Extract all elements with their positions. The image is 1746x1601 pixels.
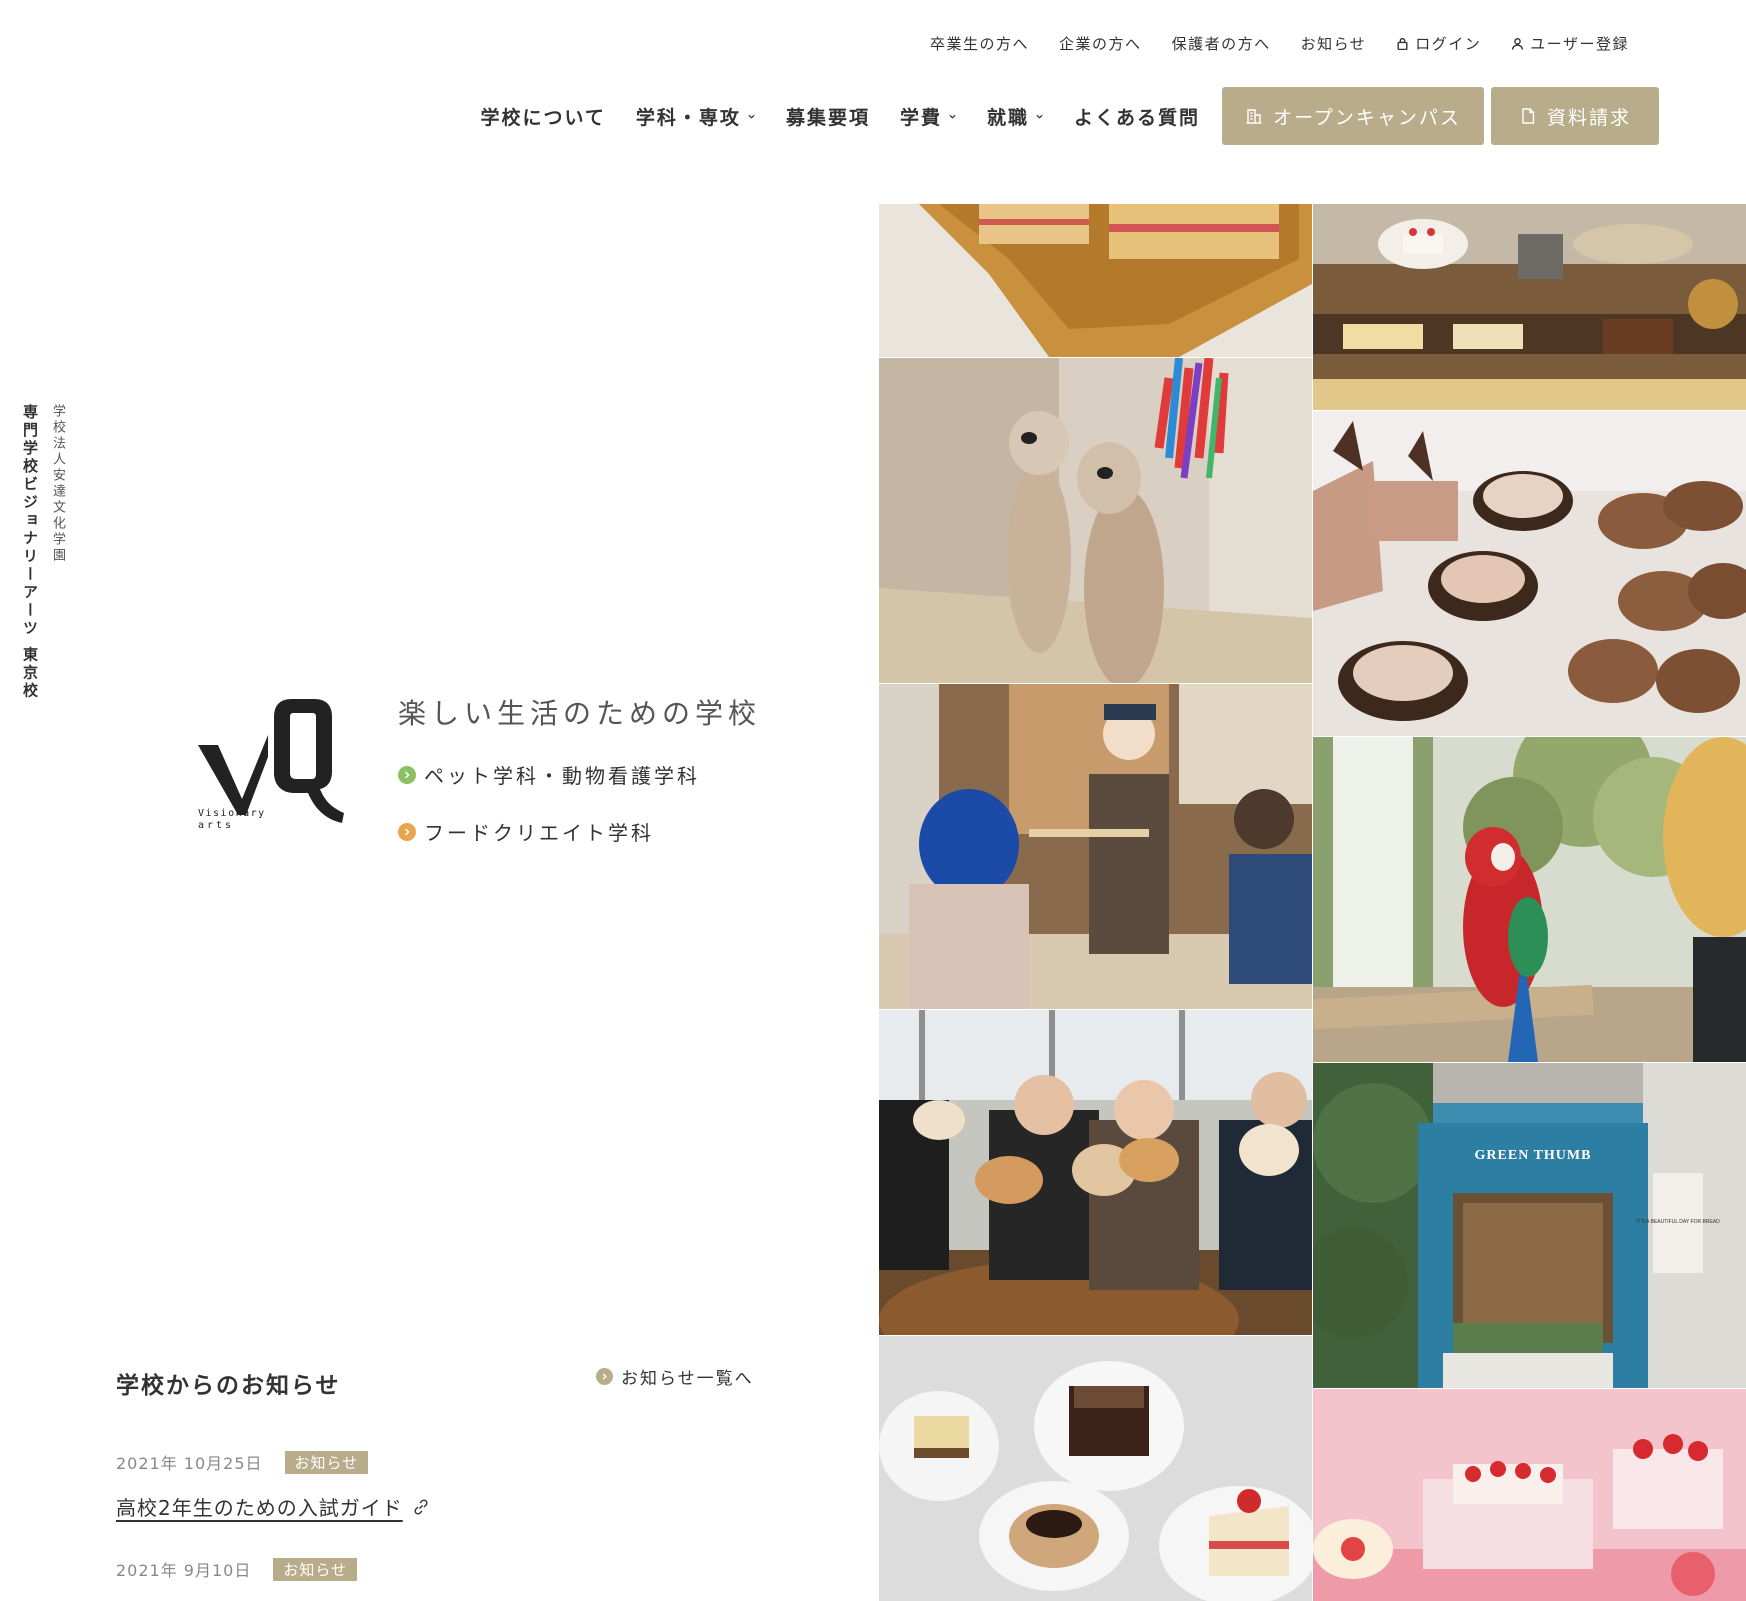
main-nav: 学校について 学科・専攻 募集要項 学費 就職 よくある質問 オープンキャンパス… xyxy=(480,87,1659,145)
hero-tagline: 楽しい生活のための学校 xyxy=(398,697,762,730)
logo-text-visionary: Visionary xyxy=(198,808,266,819)
arrow-circle-icon xyxy=(398,822,416,841)
chevron-down-icon xyxy=(949,114,956,119)
nav-faq[interactable]: よくある質問 xyxy=(1074,103,1200,130)
nav-about[interactable]: 学校について xyxy=(480,103,605,130)
news-section-title: 学校からのお知らせ xyxy=(116,1373,341,1399)
building-icon xyxy=(1246,109,1262,124)
school-name-vertical: 専門学校ビジョナリーアーツ 東京校 xyxy=(21,404,39,701)
nav-about-label: 学校について xyxy=(480,106,606,129)
visionary-arts-logo: Visionary arts xyxy=(198,699,344,831)
document-icon xyxy=(1522,108,1535,124)
dept-link-pet[interactable]: ペット学科・動物看護学科 xyxy=(398,760,700,789)
news-item: 2021年 9月10日 お知らせ xyxy=(116,1557,358,1581)
news-list-label: お知らせ一覧へ xyxy=(621,1369,754,1389)
util-link-companies[interactable]: 企業の方へ xyxy=(1059,33,1142,54)
news-category-badge: お知らせ xyxy=(273,1557,358,1581)
link-icon xyxy=(414,1498,428,1515)
nav-careers-label: 就職 xyxy=(986,106,1029,129)
util-link-graduates[interactable]: 卒業生の方へ xyxy=(930,33,1029,54)
shop-sign-text: GREEN THUMB xyxy=(1475,1148,1592,1163)
news-category-badge: お知らせ xyxy=(284,1450,369,1474)
photo-plated-desserts xyxy=(879,1336,1312,1601)
request-docs-button[interactable]: 資料請求 xyxy=(1491,87,1659,145)
util-link-parents[interactable]: 保護者の方へ xyxy=(1172,33,1271,54)
lock-icon xyxy=(1397,37,1408,50)
photo-strawberry-cakes xyxy=(1313,1389,1746,1601)
photo-cafe-service xyxy=(879,684,1312,1009)
news-title-link[interactable]: 高校2年生のための入試ガイド xyxy=(116,1492,431,1521)
nav-departments[interactable]: 学科・専攻 xyxy=(636,103,756,130)
photo-bakery-storefront: GREEN THUMB IT'S A BEAUTIFUL DAY FOR BRE… xyxy=(1313,1063,1746,1388)
request-docs-label: 資料請求 xyxy=(1546,106,1631,129)
news-meta: 2021年 9月10日 お知らせ xyxy=(116,1557,358,1581)
logo-text-arts: arts xyxy=(198,820,234,831)
shop-board-text: IT'S A BEAUTIFUL DAY FOR BREAD xyxy=(1636,1219,1720,1225)
open-campus-button[interactable]: オープンキャンパス xyxy=(1222,87,1484,145)
arrow-circle-icon xyxy=(596,1368,613,1385)
news-item: 2021年 10月25日 お知らせ 高校2年生のための入試ガイド xyxy=(116,1450,431,1521)
nav-tuition-label: 学費 xyxy=(899,106,942,129)
nav-careers[interactable]: 就職 xyxy=(987,103,1044,130)
news-date: 2021年 9月10日 xyxy=(116,1561,252,1580)
news-title-text: 高校2年生のための入試ガイド xyxy=(116,1496,403,1520)
photo-macaw xyxy=(1313,737,1746,1062)
photo-guinea-pigs xyxy=(879,1010,1312,1335)
photo-mille-feuille xyxy=(879,204,1312,357)
chevron-down-icon xyxy=(1036,114,1043,119)
utility-nav: 卒業生の方へ 企業の方へ 保護者の方へ お知らせ ログイン ユーザー登録 xyxy=(930,33,1629,54)
nav-faq-label: よくある質問 xyxy=(1073,106,1200,129)
news-list-link[interactable]: お知らせ一覧へ xyxy=(596,1364,754,1389)
util-link-login[interactable]: ログイン xyxy=(1396,33,1481,54)
nav-departments-label: 学科・専攻 xyxy=(635,106,741,129)
nav-admissions[interactable]: 募集要項 xyxy=(786,103,870,130)
arrow-circle-icon xyxy=(398,765,416,784)
page: 卒業生の方へ 企業の方へ 保護者の方へ お知らせ ログイン ユーザー登録 学校に… xyxy=(0,0,1746,1601)
login-label: ログイン xyxy=(1415,35,1482,53)
nav-tuition[interactable]: 学費 xyxy=(900,103,957,130)
photo-meerkats xyxy=(879,358,1312,683)
dept-link-food[interactable]: フードクリエイト学科 xyxy=(398,817,654,846)
school-corp-vertical: 学校法人安達文化学園 xyxy=(50,404,65,564)
open-campus-label: オープンキャンパス xyxy=(1273,106,1461,129)
util-link-register[interactable]: ユーザー登録 xyxy=(1511,33,1629,54)
util-link-news[interactable]: お知らせ xyxy=(1301,33,1367,54)
photo-chocolate-cakes xyxy=(1313,411,1746,736)
photo-pastry-case xyxy=(1313,204,1746,410)
news-date: 2021年 10月25日 xyxy=(116,1454,263,1473)
nav-admissions-label: 募集要項 xyxy=(785,106,870,129)
dept-food-label: フードクリエイト学科 xyxy=(424,821,654,845)
news-meta: 2021年 10月25日 お知らせ xyxy=(116,1450,431,1474)
dept-pet-label: ペット学科・動物看護学科 xyxy=(424,764,700,788)
user-icon xyxy=(1512,38,1524,50)
chevron-down-icon xyxy=(748,114,755,119)
register-label: ユーザー登録 xyxy=(1530,35,1629,53)
